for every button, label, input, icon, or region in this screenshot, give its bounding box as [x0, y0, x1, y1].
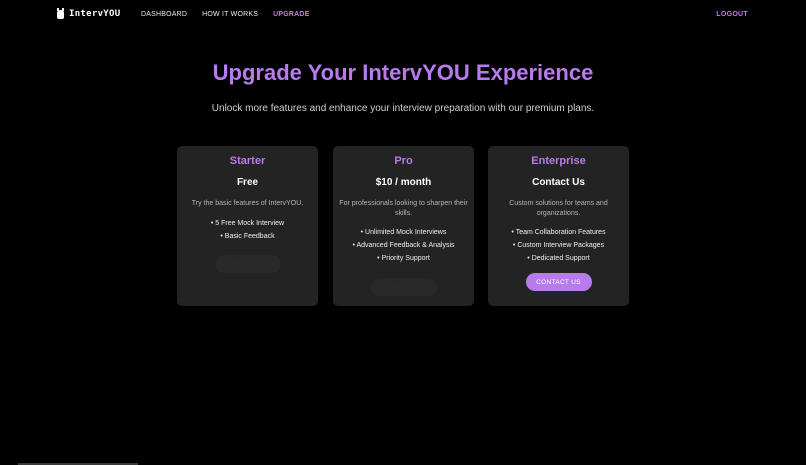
logout-button[interactable]: LOGOUT [716, 11, 748, 18]
plan-price: $10 / month [375, 177, 432, 188]
plan-name: Enterprise [531, 155, 586, 167]
nav-upgrade[interactable]: UPGRADE [273, 11, 309, 18]
contact-us-button[interactable]: CONTACT US [525, 273, 592, 291]
plan-name: Pro [394, 155, 413, 167]
nav-dashboard[interactable]: DASHBOARD [141, 11, 187, 18]
robot-icon [57, 7, 64, 19]
plan-price: Contact Us [532, 177, 585, 188]
plan-name: Starter [229, 155, 266, 167]
plan-card-enterprise: Enterprise Contact Us Custom solutions f… [488, 146, 629, 306]
brand-logo[interactable]: IntervYOU [57, 7, 121, 19]
feature-item: • Advanced Feedback & Analysis [352, 242, 455, 249]
nav-links: DASHBOARD HOW IT WORKS UPGRADE [141, 11, 310, 18]
plan-description: Try the basic features of IntervYOU. [191, 200, 304, 207]
feature-item: • Unlimited Mock Interviews [360, 229, 447, 236]
feature-item: • Team Collaboration Features [511, 229, 606, 236]
feature-item: • Dedicated Support [527, 255, 590, 262]
page-title: Upgrade Your IntervYOU Experience [212, 60, 594, 85]
feature-item: • Custom Interview Packages [512, 242, 605, 249]
feature-item: • Basic Feedback [220, 232, 275, 240]
plan-price: Free [236, 177, 259, 188]
feature-item: • 5 Free Mock Interview [210, 219, 285, 227]
brand-name: IntervYOU [69, 9, 121, 19]
feature-list: • 5 Free Mock Interview • Basic Feedback [177, 217, 318, 243]
plan-description: Custom solutions for teams and organizat… [509, 200, 608, 217]
current-plan-button[interactable]: CURRENT PLAN [214, 254, 281, 273]
feature-list: • Unlimited Mock Interviews • Advanced F… [333, 226, 474, 265]
coming-soon-button[interactable]: COMING SOON [370, 278, 437, 296]
feature-list: • Team Collaboration Features • Custom I… [488, 226, 629, 265]
plan-description: For professionals looking to sharpen the… [339, 200, 468, 217]
nav-how-it-works[interactable]: HOW IT WORKS [202, 11, 258, 18]
plan-card-starter: Starter Free Try the basic features of I… [177, 146, 318, 306]
page-subtitle: Unlock more features and enhance your in… [211, 103, 595, 114]
navbar: IntervYOU DASHBOARD HOW IT WORKS UPGRADE… [0, 0, 806, 30]
feature-item: • Priority Support [377, 255, 430, 262]
plan-card-pro: Pro $10 / month For professionals lookin… [333, 146, 474, 306]
